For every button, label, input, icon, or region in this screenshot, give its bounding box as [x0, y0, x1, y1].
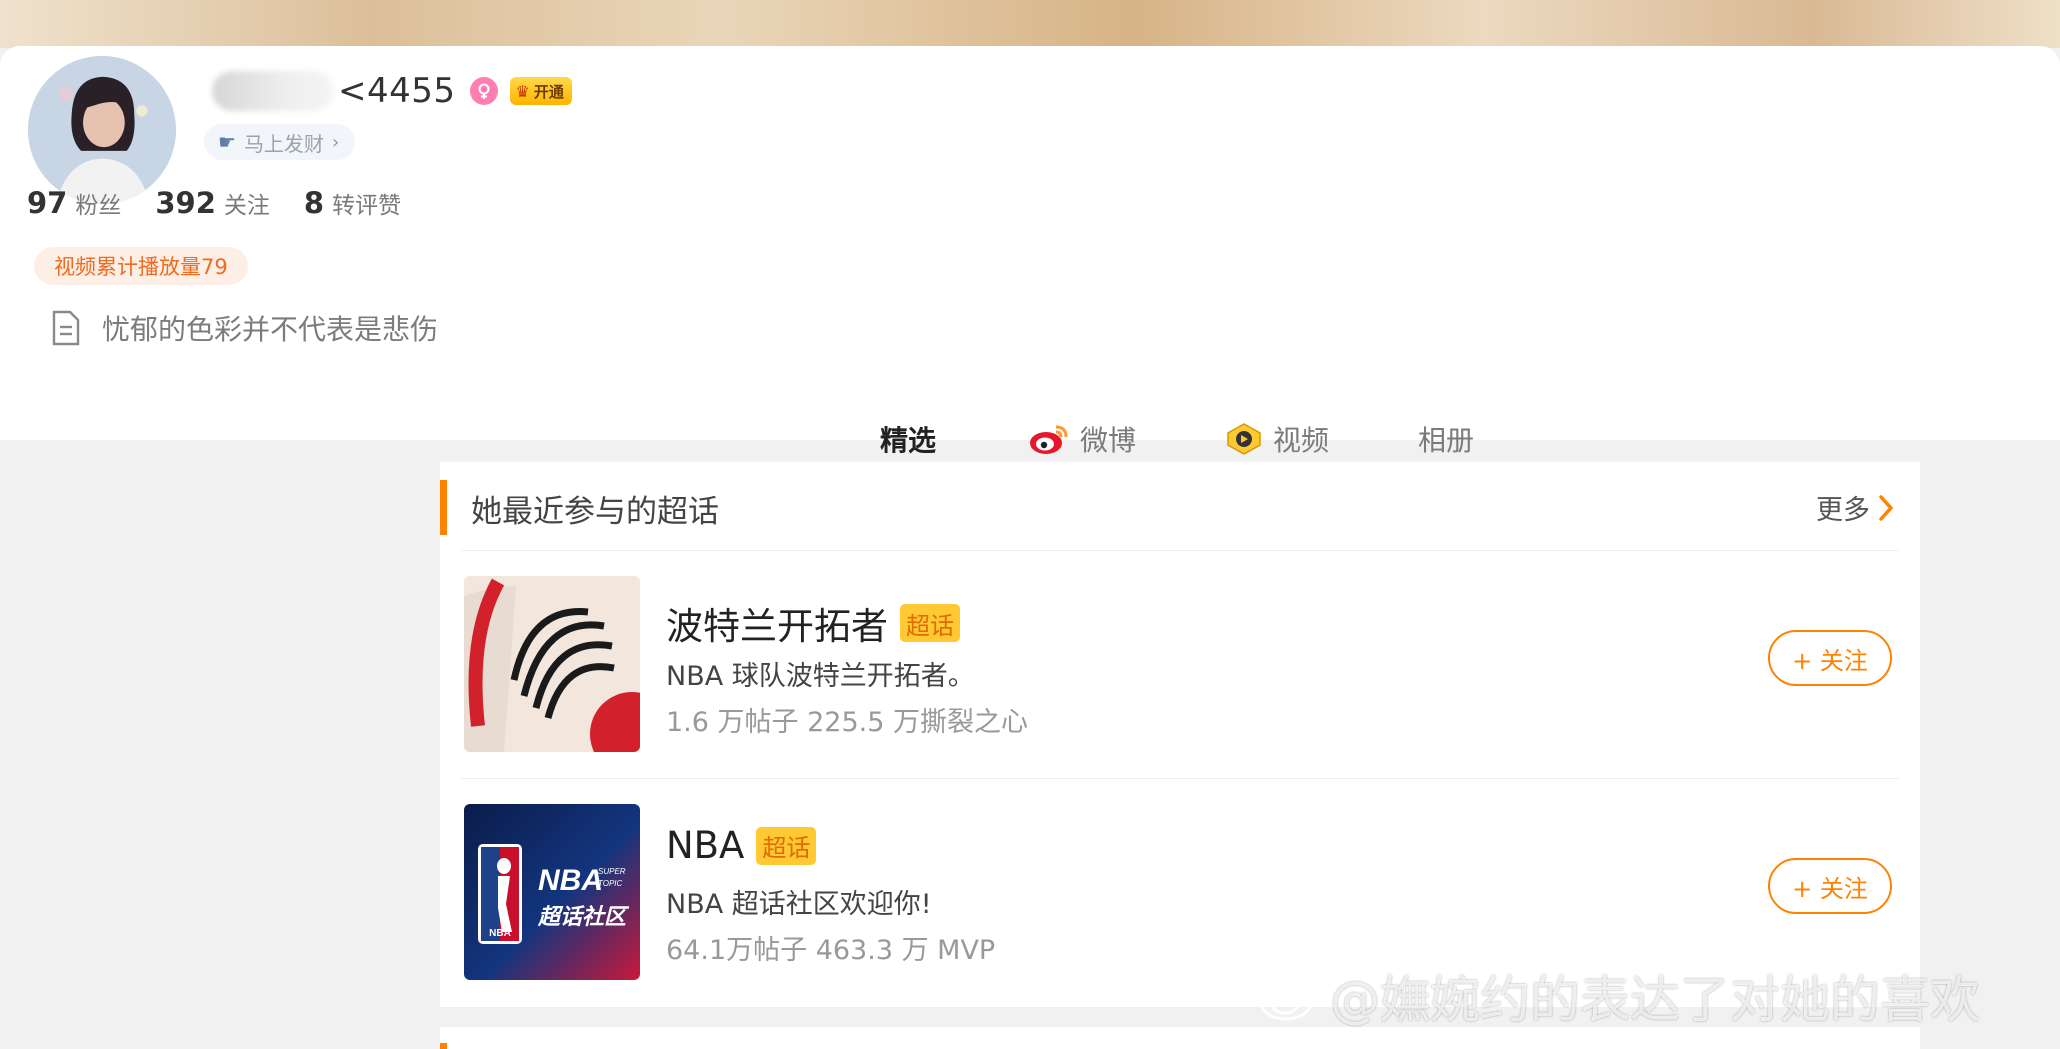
- hand-icon: ☛: [218, 130, 236, 154]
- follow-button[interactable]: + 关注: [1768, 858, 1892, 914]
- rich-tag-label: 马上发财: [243, 131, 324, 156]
- super-topics-card: 她最近参与的超话 更多 波特兰开拓者 超话 NBA 球队波特兰开拓者。 1.6 …: [440, 462, 1920, 1007]
- profile-stats: 97 粉丝 392 关注 8 转评赞: [27, 186, 435, 228]
- super-topic-badge: 超话: [756, 826, 817, 865]
- topic-stats: 1.6 万帖子 225.5 万撕裂之心: [666, 707, 1028, 738]
- bio: 忧郁的色彩并不代表是悲伤: [50, 308, 438, 348]
- document-icon: [52, 310, 80, 346]
- topic-item[interactable]: 波特兰开拓者 超话 NBA 球队波特兰开拓者。 1.6 万帖子 225.5 万撕…: [464, 576, 1900, 752]
- weibo-icon: [1028, 423, 1070, 455]
- vip-open-badge[interactable]: ♛ 开通: [509, 77, 572, 105]
- weibo-watermark-icon: [1259, 974, 1320, 1021]
- nba-thumb-cn: 超话社区: [537, 904, 630, 930]
- follow-button[interactable]: + 关注: [1768, 630, 1892, 686]
- vip-label: 开通: [533, 82, 564, 101]
- stat-label: 粉丝: [75, 193, 122, 219]
- divider: [461, 778, 1899, 779]
- username-row: <4455 ♛ 开通: [212, 66, 572, 116]
- tab-label: 微博: [1080, 424, 1137, 457]
- topic-description: NBA 超话社区欢迎你!: [666, 889, 932, 920]
- rich-tag[interactable]: ☛ 马上发财 ›: [204, 124, 356, 160]
- nba-thumbnail: NBA NBA SUPER TOPIC 超话社区: [464, 804, 640, 980]
- section-accent-bar: [440, 480, 447, 535]
- bio-text: 忧郁的色彩并不代表是悲伤: [102, 313, 439, 346]
- divider: [461, 550, 1899, 551]
- video-icon: [1225, 422, 1263, 456]
- cover-banner: [0, 0, 2060, 48]
- topic-name-row: NBA 超话: [666, 824, 817, 867]
- chevron-right-icon: [1879, 494, 1893, 521]
- video-play-count-tag[interactable]: 视频累计播放量79: [34, 247, 248, 285]
- stat-number: 8: [303, 186, 325, 220]
- chevron-right-icon: ›: [331, 131, 340, 153]
- nba-thumb-sub2: TOPIC: [598, 879, 623, 888]
- avatar[interactable]: [24, 52, 180, 208]
- female-icon: [469, 77, 498, 105]
- nba-thumb-big: NBA: [538, 864, 603, 897]
- stat-number: 97: [27, 186, 68, 220]
- section-accent-bar: [440, 1043, 447, 1049]
- stat-number: 392: [155, 186, 216, 220]
- watermark-text: @嫵婉约的表达了对她的喜欢: [1330, 971, 1980, 1029]
- profile-header: <4455 ♛ 开通 ☛ 马上发财 › 97 粉丝 392 关注 8 转评赞 视…: [0, 46, 2060, 482]
- stat-label: 转评赞: [332, 193, 402, 219]
- more-link[interactable]: 更多: [1816, 488, 1894, 527]
- nba-logo-small: NBA: [489, 928, 511, 939]
- trail-blazers-thumbnail: [464, 576, 640, 752]
- username-redacted: [212, 71, 334, 111]
- tab-label: 精选: [880, 424, 937, 457]
- super-topic-badge: 超话: [900, 604, 960, 642]
- nba-thumb-sub1: SUPER: [598, 867, 626, 876]
- topic-name: 波特兰开拓者: [666, 605, 888, 648]
- stat-label: 关注: [223, 193, 270, 219]
- topic-name-row: 波特兰开拓者 超话: [666, 596, 960, 650]
- stat-followers[interactable]: 97 粉丝: [27, 186, 121, 220]
- section-title: 她最近参与的超话: [471, 494, 719, 530]
- more-label: 更多: [1816, 495, 1870, 526]
- tab-label: 相册: [1418, 424, 1475, 457]
- topic-stats: 64.1万帖子 463.3 万 MVP: [666, 935, 996, 966]
- topic-name: NBA: [666, 824, 745, 867]
- stat-following[interactable]: 392 关注: [155, 186, 270, 220]
- crown-icon: ♛: [515, 81, 530, 101]
- username: <4455: [338, 71, 456, 111]
- watermark: @嫵婉约的表达了对她的喜欢: [1258, 960, 1980, 1032]
- tab-label: 视频: [1273, 424, 1330, 457]
- topic-item[interactable]: NBA NBA SUPER TOPIC 超话社区 NBA 超话 NBA 超话社区…: [464, 804, 1900, 980]
- topic-description: NBA 球队波特兰开拓者。: [666, 661, 975, 692]
- stat-interactions[interactable]: 8 转评赞: [304, 186, 401, 220]
